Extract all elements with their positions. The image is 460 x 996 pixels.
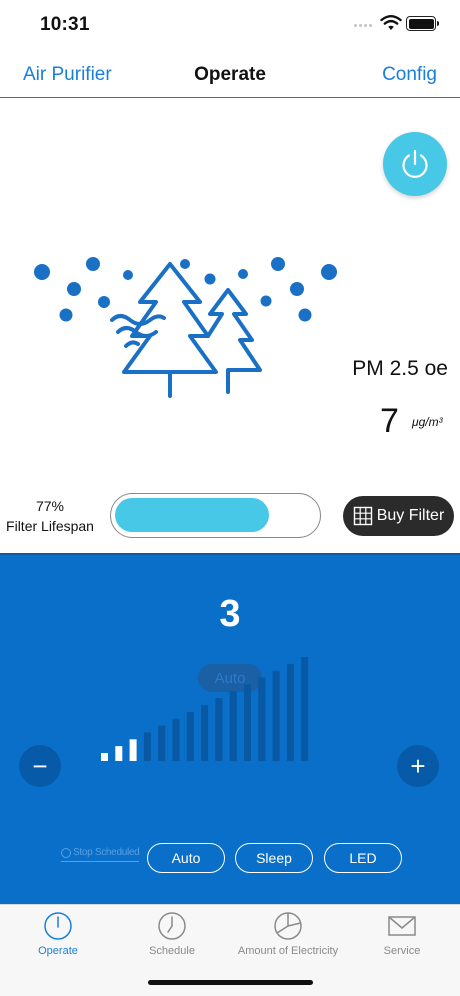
navigation-bar: Air Purifier Operate Config xyxy=(0,50,460,98)
tab-service[interactable]: Service xyxy=(366,911,438,957)
clean-air-illustration xyxy=(34,257,337,398)
speed-level-bar[interactable] xyxy=(301,657,309,761)
fan-speed-slider[interactable] xyxy=(95,655,360,765)
status-bar: 10:31 xyxy=(0,0,460,50)
speed-level-bar[interactable] xyxy=(286,663,294,761)
speed-level-bar[interactable] xyxy=(229,691,237,761)
filter-lifespan-percent: 77% xyxy=(35,498,65,514)
speed-level-bar[interactable] xyxy=(158,725,166,761)
speed-level-bar[interactable] xyxy=(115,746,123,761)
speed-level-bar[interactable] xyxy=(201,705,209,761)
speed-level-bar[interactable] xyxy=(186,711,194,761)
wifi-icon xyxy=(380,15,402,30)
speed-level-bar[interactable] xyxy=(172,718,180,761)
tab-amount-of-electricity[interactable]: Amount of Electricity xyxy=(228,911,348,957)
grid-icon xyxy=(353,506,372,526)
tab-schedule-label: Schedule xyxy=(149,945,195,957)
radio-icon xyxy=(61,847,71,858)
fan-speed-level: 3 xyxy=(219,593,241,635)
tab-amount-of-electricity-label: Amount of Electricity xyxy=(237,945,339,957)
auto-mode-button[interactable]: Auto xyxy=(147,843,225,873)
buy-filter-button[interactable]: Buy Filter xyxy=(343,496,454,536)
speed-level-bar[interactable] xyxy=(215,698,223,761)
pm25-unit: μg/m³ xyxy=(412,415,443,429)
pm25-value: 7 xyxy=(380,402,399,440)
speed-level-bar[interactable] xyxy=(272,670,280,761)
tab-schedule[interactable]: Schedule xyxy=(136,911,208,957)
power-button[interactable] xyxy=(383,132,447,196)
speed-level-bar[interactable] xyxy=(129,739,137,761)
stop-scheduled-toggle[interactable]: Stop Scheduled xyxy=(61,847,140,862)
filter-lifespan-label: Filter Lifespan xyxy=(6,518,94,534)
sleep-mode-button[interactable]: Sleep xyxy=(235,843,313,873)
power-icon xyxy=(44,912,72,940)
battery-icon xyxy=(406,16,439,31)
filter-lifespan-bar xyxy=(110,493,321,538)
pm25-label: PM 2.5 oe xyxy=(352,357,448,380)
tab-operate[interactable]: Operate xyxy=(22,911,94,957)
home-indicator xyxy=(148,980,313,985)
status-time: 10:31 xyxy=(40,14,90,35)
decrease-speed-button[interactable]: − xyxy=(19,745,61,787)
cellular-signal-icon xyxy=(354,24,372,27)
pie-chart-icon xyxy=(274,912,302,940)
mail-icon xyxy=(388,916,416,936)
tab-service-label: Service xyxy=(383,945,421,957)
speed-level-bar[interactable] xyxy=(101,753,108,761)
led-mode-button[interactable]: LED xyxy=(324,843,402,873)
clock-icon xyxy=(158,912,186,940)
speed-level-bar[interactable] xyxy=(258,677,266,761)
speed-level-bar[interactable] xyxy=(143,732,151,761)
increase-speed-button[interactable]: + xyxy=(397,745,439,787)
buy-filter-label: Buy Filter xyxy=(376,507,445,524)
speed-level-bar[interactable] xyxy=(244,684,251,761)
filter-lifespan-fill xyxy=(115,498,269,532)
stop-scheduled-label: Stop Scheduled xyxy=(73,847,140,858)
tab-operate-label: Operate xyxy=(38,945,78,957)
power-icon xyxy=(402,149,428,178)
config-button[interactable]: Config xyxy=(382,64,437,86)
control-panel: 3 Auto − + Stop Scheduled Auto Sleep LED xyxy=(0,553,460,904)
